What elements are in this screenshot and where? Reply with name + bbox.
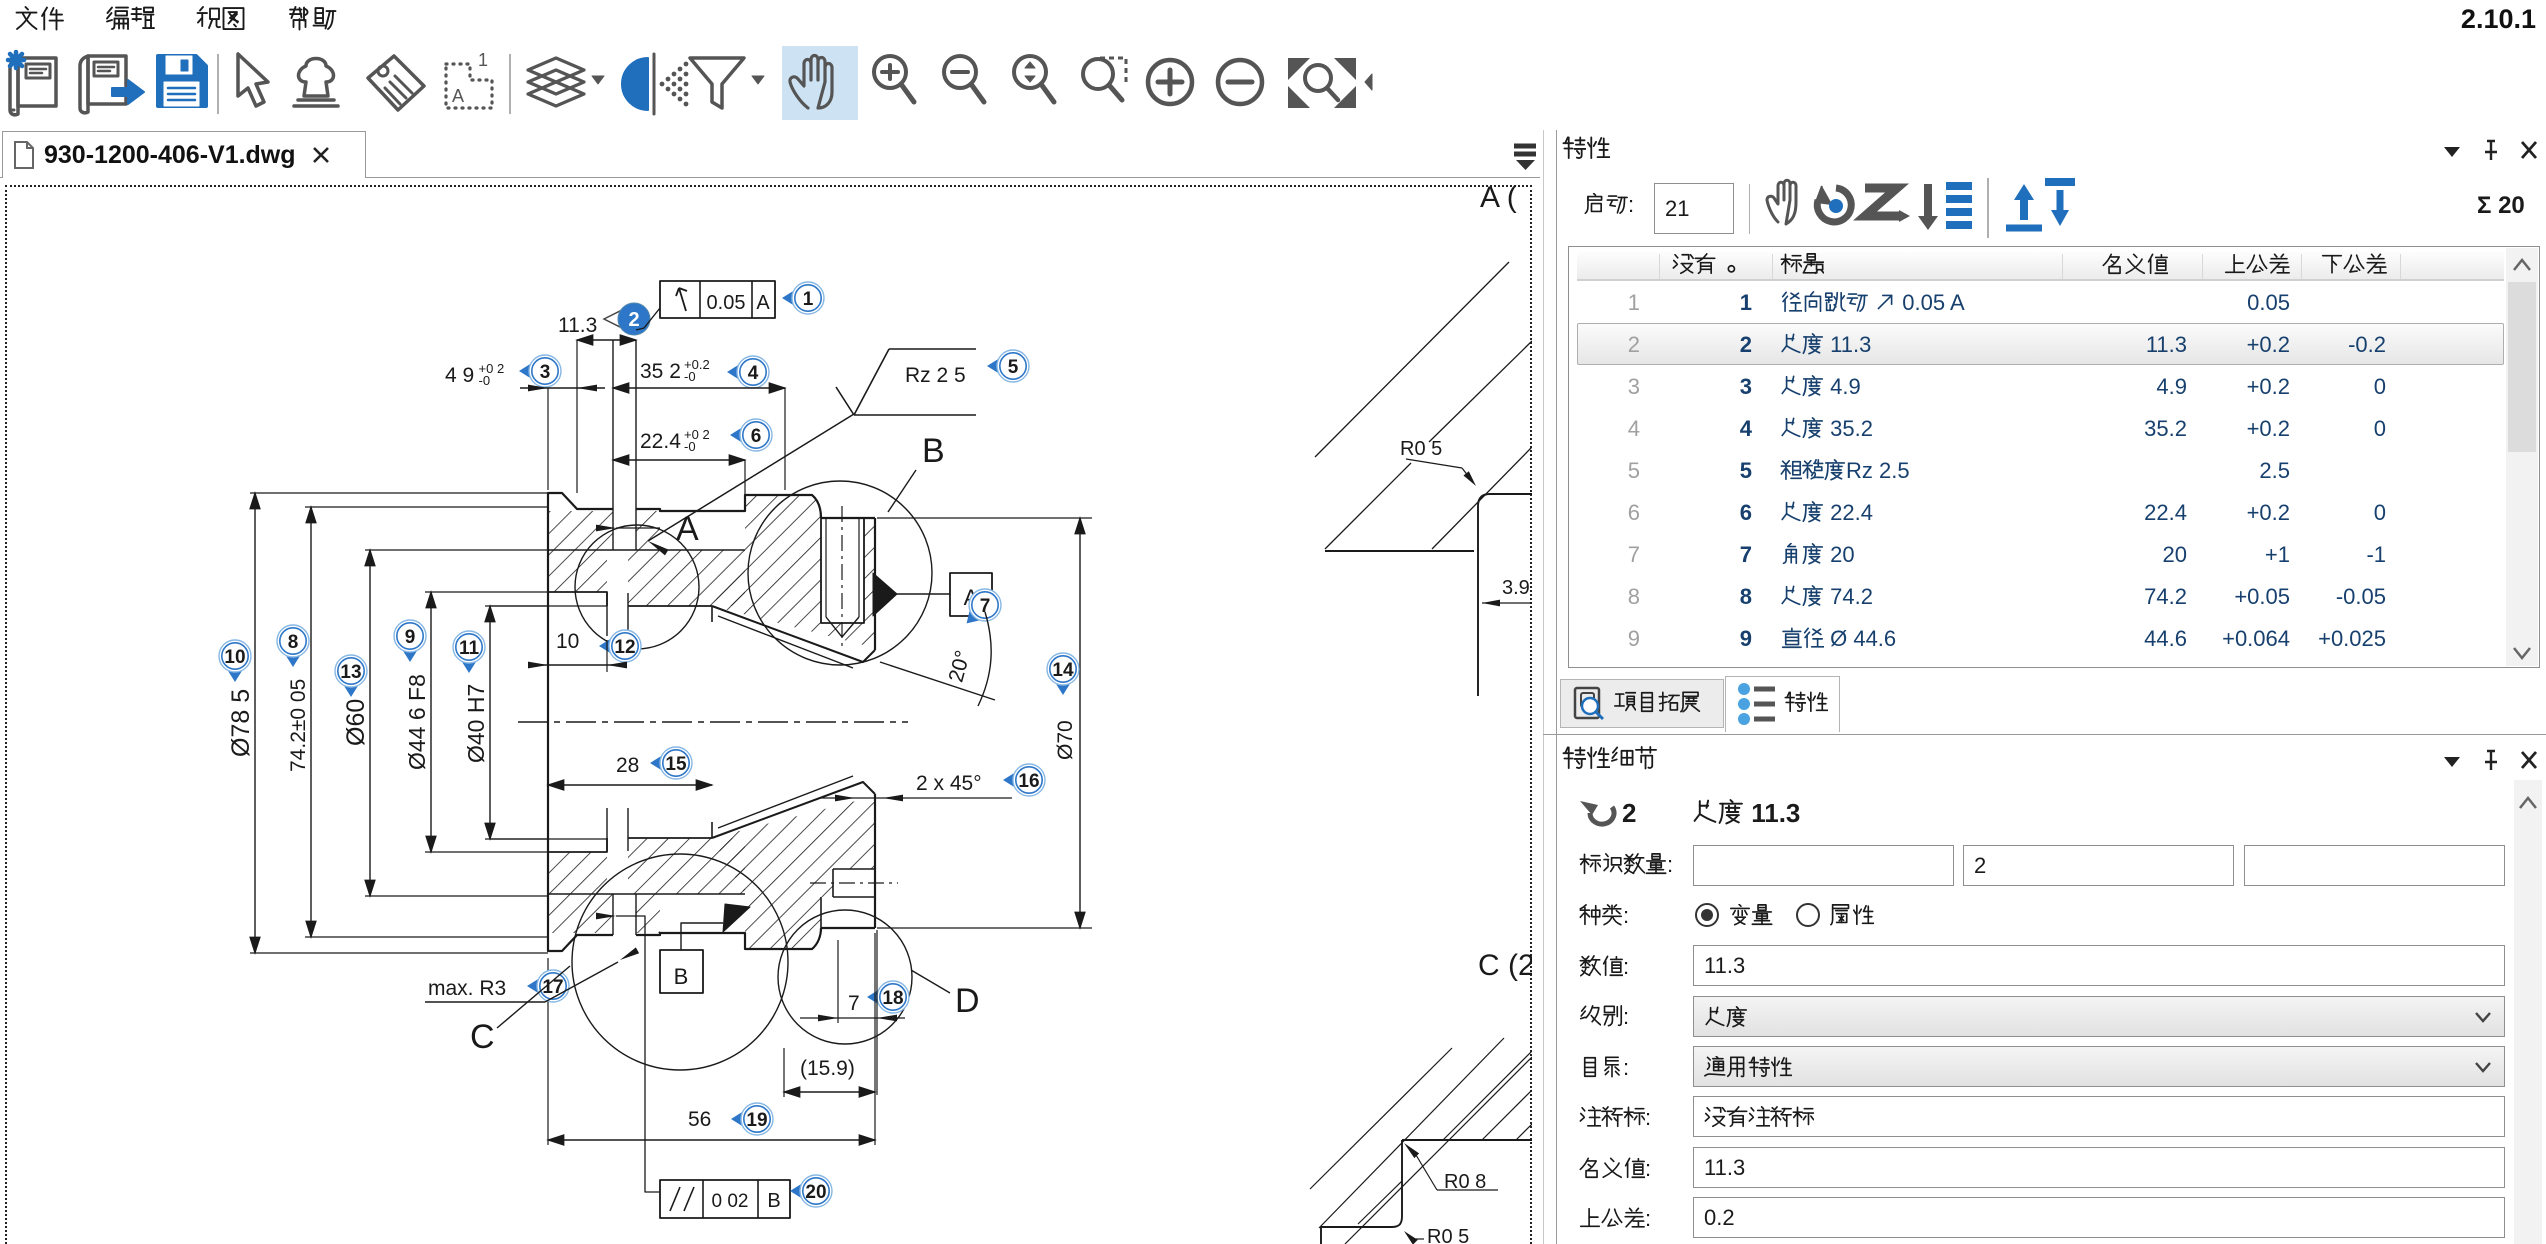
- svg-text:Ø78 5: Ø78 5: [227, 689, 255, 757]
- svg-text:A: A: [452, 86, 464, 106]
- svg-text:13: 13: [340, 662, 361, 683]
- svg-text:R0 5: R0 5: [1427, 1226, 1469, 1244]
- svg-text:B: B: [767, 1190, 780, 1212]
- svg-text:A: A: [676, 510, 699, 548]
- svg-text:20°: 20°: [945, 648, 975, 685]
- svg-text:-0: -0: [479, 373, 491, 388]
- svg-text:0.05: 0.05: [707, 292, 746, 314]
- svg-text:Rz 2 5: Rz 2 5: [905, 364, 966, 387]
- svg-text:-0: -0: [684, 439, 696, 454]
- svg-text:-0: -0: [684, 369, 696, 384]
- svg-text:35 2: 35 2: [640, 360, 681, 383]
- svg-text:1: 1: [478, 50, 488, 70]
- svg-text:74.2±0 05: 74.2±0 05: [287, 679, 310, 772]
- svg-text:11: 11: [459, 638, 480, 659]
- svg-text:B: B: [922, 432, 945, 470]
- svg-text:4 9: 4 9: [445, 364, 474, 387]
- svg-text:2: 2: [628, 309, 639, 331]
- svg-text:(15.9): (15.9): [800, 1057, 855, 1080]
- svg-text:18: 18: [882, 988, 903, 1009]
- svg-text:8: 8: [288, 632, 299, 653]
- svg-text:10: 10: [556, 630, 579, 653]
- svg-text:7: 7: [848, 992, 860, 1015]
- svg-text:0 02: 0 02: [712, 1191, 749, 1212]
- svg-text:4: 4: [748, 363, 759, 384]
- svg-text:15: 15: [665, 754, 687, 775]
- svg-text:10: 10: [224, 647, 245, 668]
- svg-text:3: 3: [540, 362, 551, 383]
- svg-text:19: 19: [746, 1110, 767, 1131]
- svg-text:C (2: C (2: [1478, 949, 1532, 982]
- svg-text:22.4: 22.4: [640, 430, 681, 453]
- svg-text:1: 1: [803, 289, 814, 310]
- svg-text:2 x 45°: 2 x 45°: [916, 772, 982, 795]
- svg-text:20: 20: [805, 1182, 826, 1203]
- svg-text:Ø60: Ø60: [342, 699, 370, 746]
- svg-text:56: 56: [688, 1108, 711, 1131]
- svg-text:9: 9: [405, 627, 416, 648]
- svg-text:A (: A (: [1480, 185, 1517, 214]
- svg-text:A: A: [756, 292, 770, 314]
- svg-text:14: 14: [1052, 660, 1074, 681]
- svg-text:Ø44 6 F8: Ø44 6 F8: [404, 674, 430, 770]
- svg-text:5: 5: [1008, 357, 1019, 378]
- svg-text:C: C: [470, 1018, 495, 1056]
- svg-text:R0 5: R0 5: [1400, 438, 1442, 460]
- svg-text:B: B: [674, 964, 689, 989]
- svg-text:28: 28: [616, 754, 639, 777]
- svg-text:D: D: [955, 982, 980, 1020]
- svg-text:Ø70: Ø70: [1054, 720, 1077, 760]
- svg-text:max. R3: max. R3: [428, 977, 506, 1000]
- svg-text:16: 16: [1018, 771, 1039, 792]
- svg-text:12: 12: [614, 637, 635, 658]
- svg-text:Ø40 H7: Ø40 H7: [463, 684, 489, 763]
- svg-text:6: 6: [751, 426, 762, 447]
- svg-text:11.3: 11.3: [558, 314, 597, 337]
- svg-text:3.9: 3.9: [1502, 577, 1530, 599]
